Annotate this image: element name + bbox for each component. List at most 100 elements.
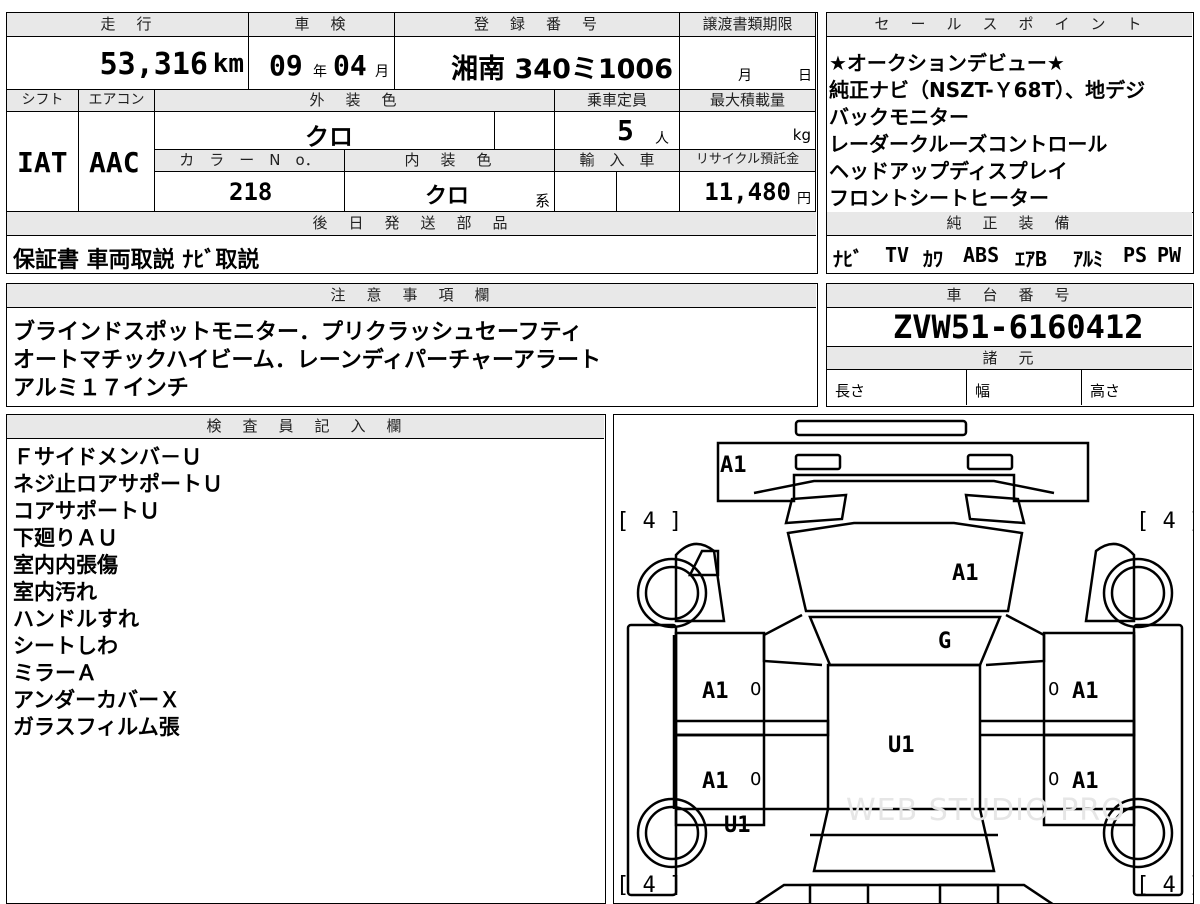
inspector-line: ミラーＡ bbox=[13, 661, 97, 685]
reg-number-value: 湘南 340ミ1006 bbox=[451, 54, 673, 85]
inspector-line: Ｆサイドメンバ－Ｕ bbox=[13, 445, 202, 469]
mileage-cell: 53,316 km bbox=[7, 37, 249, 90]
header-reg-number: 登 録 番 号 bbox=[395, 13, 680, 37]
damage-diagram: A1 A1 G A1 A1 A1 A1 U1 U1 0 0 0 0 [ 4 ] … bbox=[613, 414, 1194, 904]
inspector-header: 検 査 員 記 入 欄 bbox=[7, 415, 604, 439]
recycle-unit: 円 bbox=[797, 191, 811, 207]
label-rear-left-wheel: U1 bbox=[724, 813, 751, 838]
equipment-item: ABS bbox=[963, 243, 1000, 267]
header-inspection: 車 検 bbox=[249, 13, 395, 37]
deadline-cell: 月 日 bbox=[680, 37, 816, 90]
inspector-line: ガラスフィルム張 bbox=[13, 715, 180, 739]
inspection-cell: 09 年 04 月 bbox=[249, 37, 395, 90]
label-rear-right-door: A1 bbox=[1072, 769, 1099, 794]
header-max-load: 最大積載量 bbox=[680, 90, 816, 112]
header-import: 輸 入 車 bbox=[555, 150, 680, 172]
deadline-month-unit: 月 bbox=[738, 68, 752, 84]
sales-points-header: セ ー ル ス ポ イ ン ト bbox=[827, 13, 1192, 37]
spec-width-cell: 幅 bbox=[967, 370, 1082, 405]
shift-value: IAT bbox=[17, 146, 68, 179]
interior-color-value: クロ bbox=[425, 184, 470, 209]
zero-mark: 0 bbox=[1048, 769, 1060, 790]
specs-header: 諸 元 bbox=[827, 346, 1192, 370]
spec-height-label: 高さ bbox=[1090, 382, 1121, 400]
label-windshield: G bbox=[938, 629, 952, 654]
header-capacity: 乗車定員 bbox=[555, 90, 680, 112]
equipment-item: PW bbox=[1157, 243, 1182, 267]
import-cell-a bbox=[555, 172, 617, 212]
sales-point-line: ★オークションデビュー★ bbox=[829, 51, 1065, 75]
header-transfer-deadline: 譲渡書類期限 bbox=[680, 13, 816, 37]
label-hood: A1 bbox=[952, 561, 979, 586]
capacity-cell: 5 人 bbox=[555, 112, 680, 150]
car-outline bbox=[626, 419, 1184, 903]
notes-panel: 注 意 事 項 欄 ブラインドスポットモニター．プリクラッシュセーフティ オート… bbox=[6, 283, 818, 407]
label-roof: U1 bbox=[888, 733, 915, 758]
notes-header: 注 意 事 項 欄 bbox=[7, 284, 816, 308]
inspector-line: 室内内張傷 bbox=[13, 553, 118, 577]
later-parts-value: 保証書 車両取説 ﾅﾋﾞ取説 bbox=[13, 248, 260, 273]
inspector-panel: 検 査 員 記 入 欄 Ｆサイドメンバ－Ｕ ネジ止ロアサポートＵ コアサポートＵ… bbox=[6, 414, 606, 904]
label-front-left-door: A1 bbox=[702, 679, 729, 704]
recycle-cell: 11,480 円 bbox=[680, 172, 816, 212]
header-exterior-color: 外 装 色 bbox=[155, 90, 555, 112]
header-aircon: エアコン bbox=[79, 90, 155, 112]
equipment-item: ﾅﾋﾞ bbox=[833, 247, 863, 271]
spec-length-label: 長さ bbox=[835, 382, 866, 400]
spec-length-cell: 長さ bbox=[827, 370, 967, 405]
inspector-line: ハンドルすれ bbox=[13, 607, 139, 631]
aircon-value: AAC bbox=[89, 146, 140, 179]
sales-point-line: レーダークルーズコントロール bbox=[829, 132, 1108, 156]
zero-mark: 0 bbox=[750, 769, 762, 790]
equipment-item: ｶﾜ bbox=[923, 247, 943, 271]
exterior-color-extra-cell bbox=[495, 112, 555, 150]
label-front-bumper: A1 bbox=[720, 453, 747, 478]
header-interior-color: 内 装 色 bbox=[345, 150, 555, 172]
header-color-no: カ ラ ー N o． bbox=[155, 150, 345, 172]
zero-mark: 0 bbox=[750, 679, 762, 700]
spec-width-label: 幅 bbox=[975, 382, 991, 400]
capacity-unit: 人 bbox=[655, 131, 669, 147]
header-recycle-fee: リサイクル預託金 bbox=[680, 150, 816, 172]
tire-front-left: [ 4 ] bbox=[616, 509, 683, 534]
color-no-cell: 218 bbox=[155, 172, 345, 212]
equipment-header: 純 正 装 備 bbox=[827, 212, 1192, 236]
sales-points-panel: セ ー ル ス ポ イ ン ト ★オークションデビュー★ 純正ナビ（NSZT-Ｙ… bbox=[826, 12, 1194, 274]
header-mileage: 走 行 bbox=[7, 13, 249, 37]
sales-point-line: バックモニター bbox=[829, 105, 969, 129]
chassis-header: 車 台 番 号 bbox=[827, 284, 1192, 308]
exterior-color-cell: クロ bbox=[155, 112, 495, 151]
color-no-value: 218 bbox=[229, 178, 273, 206]
inspector-line: ネジ止ロアサポートＵ bbox=[13, 472, 223, 496]
spec-table: 走 行 車 検 登 録 番 号 譲渡書類期限 53,316 km 09 年 04… bbox=[6, 12, 818, 274]
header-later-parts: 後 日 発 送 部 品 bbox=[7, 212, 816, 236]
label-front-right-door: A1 bbox=[1072, 679, 1099, 704]
max-load-unit: kg bbox=[792, 126, 811, 144]
inspection-year: 09 bbox=[269, 49, 303, 82]
tire-rear-right: [ 4 ] bbox=[1136, 873, 1193, 898]
import-cell-b bbox=[617, 172, 680, 212]
header-shift: シフト bbox=[7, 90, 79, 112]
spec-height-cell: 高さ bbox=[1082, 370, 1192, 405]
mileage-unit: km bbox=[212, 49, 244, 79]
reg-number-cell: 湘南 340ミ1006 bbox=[395, 37, 680, 90]
deadline-day-unit: 日 bbox=[798, 68, 812, 84]
inspector-line: 室内汚れ bbox=[13, 580, 97, 604]
equipment-item: ｱﾙﾐ bbox=[1073, 247, 1103, 271]
equipment-item: ｴｱB bbox=[1015, 247, 1048, 271]
tire-front-right: [ 4 ] bbox=[1136, 509, 1193, 534]
sales-point-line: フロントシートヒーター bbox=[829, 186, 1049, 210]
aircon-cell: AAC bbox=[79, 112, 155, 212]
label-rear-left-door: A1 bbox=[702, 769, 729, 794]
chassis-panel: 車 台 番 号 ZVW51-6160412 諸 元 長さ 幅 高さ bbox=[826, 283, 1194, 407]
inspector-line: コアサポートＵ bbox=[13, 499, 160, 523]
equipment-item: TV bbox=[885, 243, 910, 267]
recycle-value: 11,480 bbox=[704, 178, 791, 206]
mileage-value: 53,316 bbox=[99, 47, 208, 82]
interior-color-cell: クロ 系 bbox=[345, 172, 555, 212]
inspection-month: 04 bbox=[333, 49, 367, 82]
interior-suffix: 系 bbox=[534, 192, 550, 210]
inspection-month-unit: 月 bbox=[375, 64, 389, 80]
inspector-line: アンダーカバーＸ bbox=[13, 688, 181, 712]
tire-rear-left: [ 4 ] bbox=[616, 873, 683, 898]
